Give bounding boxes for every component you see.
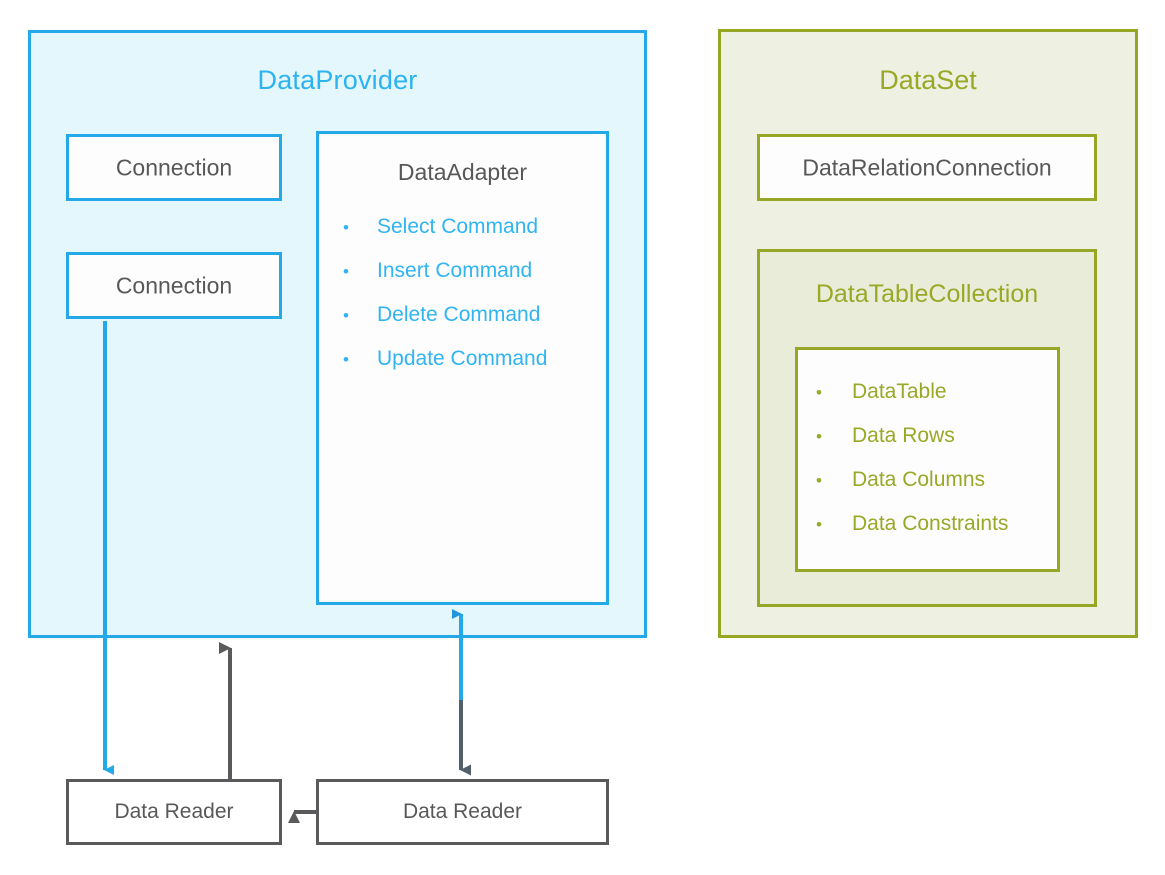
list-item[interactable]: • Data Columns [816, 468, 1051, 512]
bullet-icon: • [343, 218, 349, 237]
list-item[interactable]: • DataTable [816, 380, 1051, 424]
datatablecollection-items-box: • DataTable • Data Rows • Data Columns •… [795, 347, 1060, 572]
connection-box-2[interactable]: Connection [66, 252, 282, 319]
bullet-icon: • [816, 471, 822, 490]
datatable-item-label: Data Constraints [852, 512, 1009, 535]
bullet-icon: • [816, 383, 822, 402]
connection-box-1-label: Connection [115, 154, 233, 180]
list-item[interactable]: • Data Constraints [816, 512, 1051, 556]
dataprovider-title: DataProvider [257, 65, 418, 95]
data-reader-right-label: Data Reader [402, 800, 523, 823]
datarelationconnection-label: DataRelationConnection [802, 154, 1052, 180]
bullet-icon: • [816, 515, 822, 534]
dataset-title: DataSet [879, 65, 977, 95]
bullet-icon: • [343, 262, 349, 281]
command-label: Select Command [377, 215, 539, 238]
list-item[interactable]: • Update Command [343, 347, 596, 391]
bullet-icon: • [343, 306, 349, 325]
list-item[interactable]: • Select Command [343, 215, 596, 259]
command-label: Update Command [377, 347, 548, 370]
list-item[interactable]: • Data Rows [816, 424, 1051, 468]
bullet-icon: • [343, 350, 349, 369]
datatablecollection-title: DataTableCollection [815, 280, 1039, 308]
data-reader-left-label: Data Reader [114, 800, 234, 823]
data-reader-box-left[interactable]: Data Reader [66, 779, 282, 845]
datatable-item-label: DataTable [852, 380, 947, 403]
list-item[interactable]: • Delete Command [343, 303, 596, 347]
datatable-item-label: Data Columns [852, 468, 986, 491]
dataadapter-box[interactable]: DataAdapter • Select Command • Insert Co… [316, 131, 609, 605]
connection-box-2-label: Connection [115, 272, 233, 298]
datatable-item-list: • DataTable • Data Rows • Data Columns •… [816, 380, 1051, 556]
command-label: Delete Command [377, 303, 541, 326]
connection-box-1[interactable]: Connection [66, 134, 282, 201]
bullet-icon: • [816, 427, 822, 446]
datatable-item-label: Data Rows [852, 424, 955, 447]
dataadapter-command-list: • Select Command • Insert Command • Dele… [343, 215, 596, 391]
list-item[interactable]: • Insert Command [343, 259, 596, 303]
datarelationconnection-box[interactable]: DataRelationConnection [757, 134, 1097, 201]
data-reader-box-right[interactable]: Data Reader [316, 779, 609, 845]
dataadapter-title: DataAdapter [397, 159, 528, 185]
diagram-canvas: DataProvider Connection Connection DataA… [0, 0, 1165, 875]
command-label: Insert Command [377, 259, 533, 282]
